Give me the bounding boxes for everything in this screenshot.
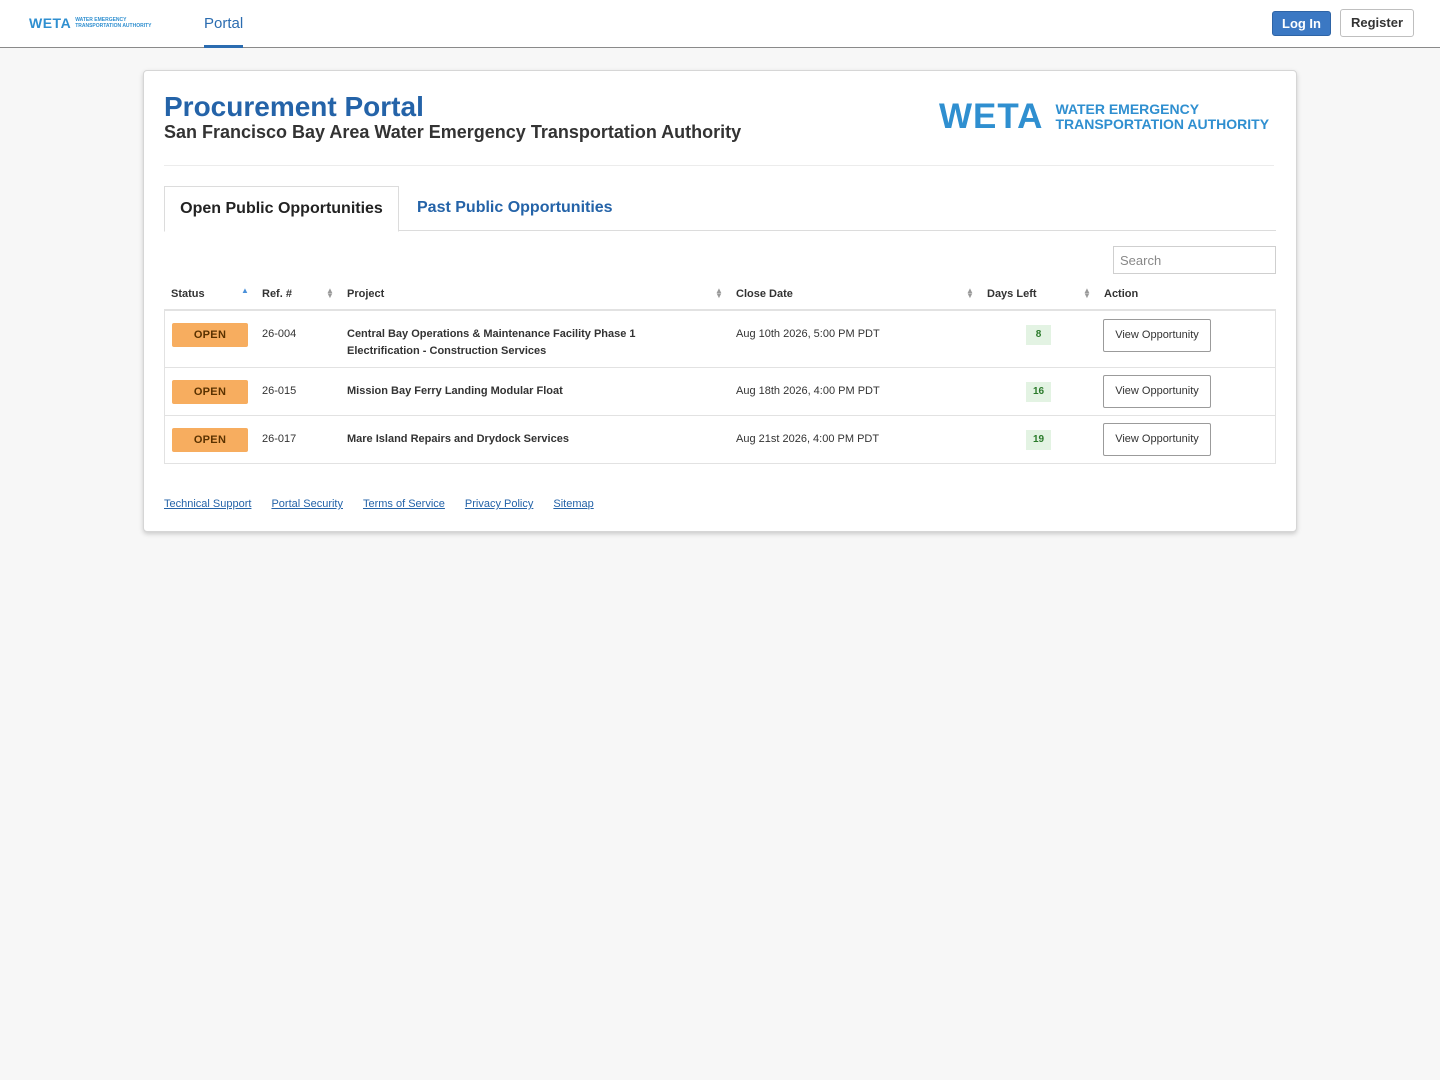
org-logo-sub-line2: Transportation Authority: [1055, 116, 1270, 132]
days-left-badge: 19: [1026, 430, 1051, 450]
col-days-left[interactable]: Days Left: [987, 277, 1037, 311]
ref-number: 26-015: [262, 385, 297, 397]
nav-portal-link[interactable]: Portal: [204, 0, 244, 48]
org-logo-subtext: Water Emergency Transportation Authority: [1055, 102, 1269, 132]
ref-number: 26-004: [262, 328, 297, 340]
project-name: Central Bay Operations & Maintenance Fac…: [347, 328, 636, 357]
page-subtitle: San Francisco Bay Area Water Emergency T…: [164, 122, 742, 142]
footer-link-portal-security[interactable]: Portal Security: [271, 498, 343, 510]
table-row: OPEN 26-015 Mission Bay Ferry Landing Mo…: [165, 368, 1275, 416]
days-left-badge: 8: [1026, 325, 1051, 345]
register-button[interactable]: Register: [1340, 9, 1414, 37]
sort-icon[interactable]: ▲ ▼: [326, 287, 334, 300]
logo-subtext: Water Emergency Transportation Authority: [75, 17, 152, 29]
project-name: Mission Bay Ferry Landing Modular Float: [347, 385, 563, 397]
view-opportunity-button[interactable]: View Opportunity: [1103, 375, 1211, 408]
org-logo-sub-line1: Water Emergency: [1055, 101, 1200, 117]
status-badge: OPEN: [172, 323, 248, 347]
weta-org-logo: WETA Water Emergency Transportation Auth…: [939, 99, 1269, 135]
close-date: Aug 21st 2026, 4:00 PM PDT: [736, 433, 880, 445]
col-action: Action: [1104, 288, 1139, 300]
logo-text: WETA: [29, 15, 72, 31]
login-button[interactable]: Log In: [1272, 11, 1331, 36]
opportunities-table: Status ▲ Ref. # ▲ ▼ Project ▲ ▼ Close Date…: [164, 277, 1276, 464]
view-opportunity-button[interactable]: View Opportunity: [1103, 319, 1211, 352]
footer-links: Technical Support Portal Security Terms of…: [164, 498, 614, 510]
project-name: Mare Island Repairs and Drydock Services: [347, 433, 569, 445]
status-badge: OPEN: [172, 428, 248, 452]
top-nav: WETA Water Emergency Transportation Auth…: [0, 0, 1440, 48]
sort-icon[interactable]: ▲ ▼: [715, 287, 723, 300]
sort-icon[interactable]: ▲ ▼: [966, 287, 974, 300]
sort-asc-icon[interactable]: ▲: [241, 287, 249, 295]
days-left-badge: 16: [1026, 382, 1051, 402]
page-title: Procurement Portal: [164, 91, 424, 122]
tab-past-opportunities[interactable]: Past Public Opportunities: [417, 186, 613, 231]
footer-link-terms-of-service[interactable]: Terms of Service: [363, 498, 445, 510]
table-row: OPEN 26-017 Mare Island Repairs and Dryd…: [165, 416, 1275, 464]
org-logo-text: WETA: [939, 97, 1044, 136]
footer-link-privacy-policy[interactable]: Privacy Policy: [465, 498, 533, 510]
sort-icon[interactable]: ▲ ▼: [1083, 287, 1091, 300]
footer-link-sitemap[interactable]: Sitemap: [553, 498, 593, 510]
ref-number: 26-017: [262, 433, 297, 445]
footer-link-technical-support[interactable]: Technical Support: [164, 498, 251, 510]
col-status[interactable]: Status: [171, 277, 205, 311]
close-date: Aug 10th 2026, 5:00 PM PDT: [736, 328, 880, 340]
portal-card: Procurement Portal San Francisco Bay Are…: [143, 70, 1297, 532]
table-row: OPEN 26-004 Central Bay Operations & Mai…: [165, 311, 1275, 368]
tab-open-opportunities[interactable]: Open Public Opportunities: [164, 186, 399, 232]
view-opportunity-button[interactable]: View Opportunity: [1103, 423, 1211, 456]
col-project[interactable]: Project: [347, 277, 384, 311]
header-divider: [164, 165, 1274, 166]
status-badge: OPEN: [172, 380, 248, 404]
table-body: OPEN 26-004 Central Bay Operations & Mai…: [164, 311, 1276, 464]
search-input[interactable]: [1113, 246, 1276, 274]
table-header: Status ▲ Ref. # ▲ ▼ Project ▲ ▼ Close Date…: [164, 277, 1276, 311]
col-ref[interactable]: Ref. #: [262, 277, 292, 311]
weta-logo[interactable]: WETA Water Emergency Transportation Auth…: [29, 15, 165, 31]
close-date: Aug 18th 2026, 4:00 PM PDT: [736, 385, 880, 397]
col-close-date[interactable]: Close Date: [736, 277, 793, 311]
